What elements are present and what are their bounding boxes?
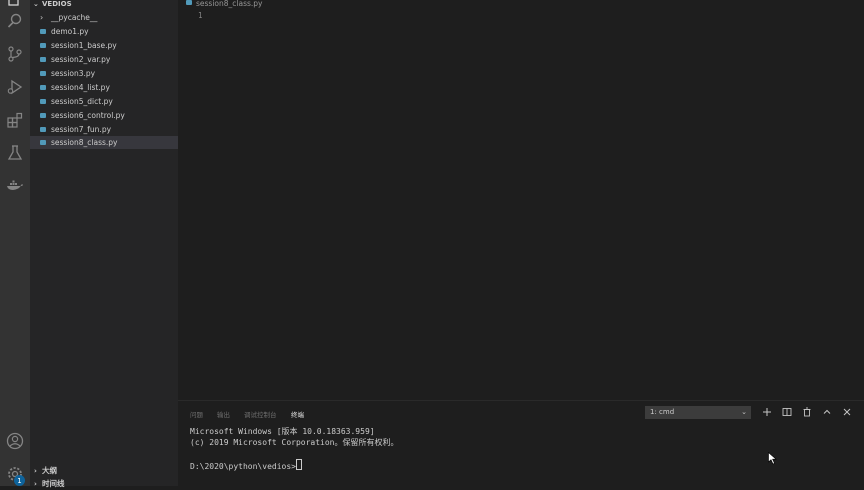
tree-item-label: session1_base.py xyxy=(51,41,117,50)
explorer-sidebar: ⌄ VEDIOS › __pycache__ demo1.py session1… xyxy=(30,0,178,488)
tree-item-label: demo1.py xyxy=(51,27,89,36)
python-file-icon xyxy=(40,29,46,34)
close-panel-button[interactable] xyxy=(841,406,853,418)
tree-item-file[interactable]: session5_dict.py xyxy=(30,95,178,108)
trash-icon xyxy=(803,407,811,417)
kill-terminal-button[interactable] xyxy=(801,406,813,418)
editor-tab[interactable]: session8_class.py xyxy=(186,0,263,9)
tree-item-label: session8_class.py xyxy=(51,138,118,147)
maximize-panel-button[interactable] xyxy=(821,406,833,418)
testing-icon[interactable] xyxy=(5,143,25,163)
chevron-right-icon: › xyxy=(34,467,37,475)
chevron-right-icon: › xyxy=(34,480,37,488)
python-file-icon xyxy=(40,71,46,76)
python-file-icon xyxy=(40,113,46,118)
tree-item-file[interactable]: session7_fun.py xyxy=(30,123,178,136)
python-file-icon xyxy=(40,85,46,90)
terminal-line: (c) 2019 Microsoft Corporation。保留所有权利。 xyxy=(190,437,399,447)
terminal-select-value: 1: cmd xyxy=(650,408,675,416)
python-file-icon xyxy=(186,0,192,5)
extensions-icon[interactable] xyxy=(5,110,25,130)
explorer-section-header[interactable]: ⌄ VEDIOS xyxy=(30,0,178,10)
tree-item-label: __pycache__ xyxy=(51,13,98,22)
chevron-down-icon: ⌄ xyxy=(33,0,39,8)
activity-bar: 1 xyxy=(0,0,30,486)
tab-terminal[interactable]: 终端 xyxy=(291,409,304,419)
tree-item-file[interactable]: session3.py xyxy=(30,67,178,80)
chevron-up-icon xyxy=(823,409,831,414)
tree-item-file[interactable]: session6_control.py xyxy=(30,109,178,122)
chevron-right-icon: › xyxy=(40,13,44,22)
tree-item-pycache-folder[interactable]: › __pycache__ xyxy=(30,11,178,24)
docker-icon[interactable] xyxy=(5,176,25,196)
settings-badge: 1 xyxy=(14,475,25,486)
explorer-icon[interactable] xyxy=(5,0,25,10)
tree-item-label: session5_dict.py xyxy=(51,97,113,106)
python-file-icon xyxy=(40,140,46,145)
terminal-cursor xyxy=(295,458,302,470)
new-terminal-button[interactable] xyxy=(761,406,773,418)
outline-section-label: 大纲 xyxy=(42,466,57,475)
run-debug-icon[interactable] xyxy=(5,77,25,97)
terminal-line: ​ xyxy=(190,448,399,459)
outline-section-header[interactable]: › 大纲 xyxy=(30,465,178,477)
tree-item-file[interactable]: session1_base.py xyxy=(30,39,178,52)
tree-item-label: session3.py xyxy=(51,69,96,78)
tab-output[interactable]: 输出 xyxy=(217,409,230,419)
tree-item-file[interactable]: session2_var.py xyxy=(30,53,178,66)
tree-item-label: session4_list.py xyxy=(51,83,110,92)
tree-item-label: session7_fun.py xyxy=(51,125,112,134)
bottom-panel: 问题 输出 调试控制台 终端 1: cmd ⌄ Microsoft Window… xyxy=(178,400,864,487)
tree-item-label: session6_control.py xyxy=(51,111,125,120)
search-icon[interactable] xyxy=(5,11,25,31)
terminal-prompt: D:\2020\python\vedios> xyxy=(190,461,296,471)
timeline-section-label: 时间线 xyxy=(42,479,65,488)
line-number: 1 xyxy=(198,11,203,20)
python-file-icon xyxy=(40,127,46,132)
explorer-section-title: VEDIOS xyxy=(42,0,72,8)
terminal-output[interactable]: Microsoft Windows [版本 10.0.18363.959] (c)… xyxy=(190,427,399,472)
python-file-icon xyxy=(40,57,46,62)
tree-item-file[interactable]: session4_list.py xyxy=(30,81,178,94)
python-file-icon xyxy=(40,43,46,48)
close-icon xyxy=(843,408,851,416)
tab-debug-console[interactable]: 调试控制台 xyxy=(244,409,277,419)
editor-area[interactable]: session8_class.py 1 xyxy=(178,0,864,400)
editor-tab-label: session8_class.py xyxy=(196,0,263,8)
split-terminal-button[interactable] xyxy=(781,406,793,418)
source-control-icon[interactable] xyxy=(5,44,25,64)
terminal-select[interactable]: 1: cmd ⌄ xyxy=(645,406,751,419)
chevron-down-icon: ⌄ xyxy=(741,408,747,416)
mouse-pointer-icon xyxy=(768,452,777,465)
terminal-prompt-line: D:\2020\python\vedios> xyxy=(190,458,399,473)
tree-item-label: session2_var.py xyxy=(51,55,111,64)
timeline-section-header[interactable]: › 时间线 xyxy=(30,478,178,490)
terminal-line: Microsoft Windows [版本 10.0.18363.959] xyxy=(190,427,375,436)
account-icon[interactable] xyxy=(5,431,25,451)
plus-icon xyxy=(763,408,771,416)
python-file-icon xyxy=(40,99,46,104)
split-icon xyxy=(782,408,792,416)
tree-item-file-selected[interactable]: session8_class.py xyxy=(30,136,178,149)
tree-item-file[interactable]: demo1.py xyxy=(30,25,178,38)
tab-problems[interactable]: 问题 xyxy=(190,409,203,419)
